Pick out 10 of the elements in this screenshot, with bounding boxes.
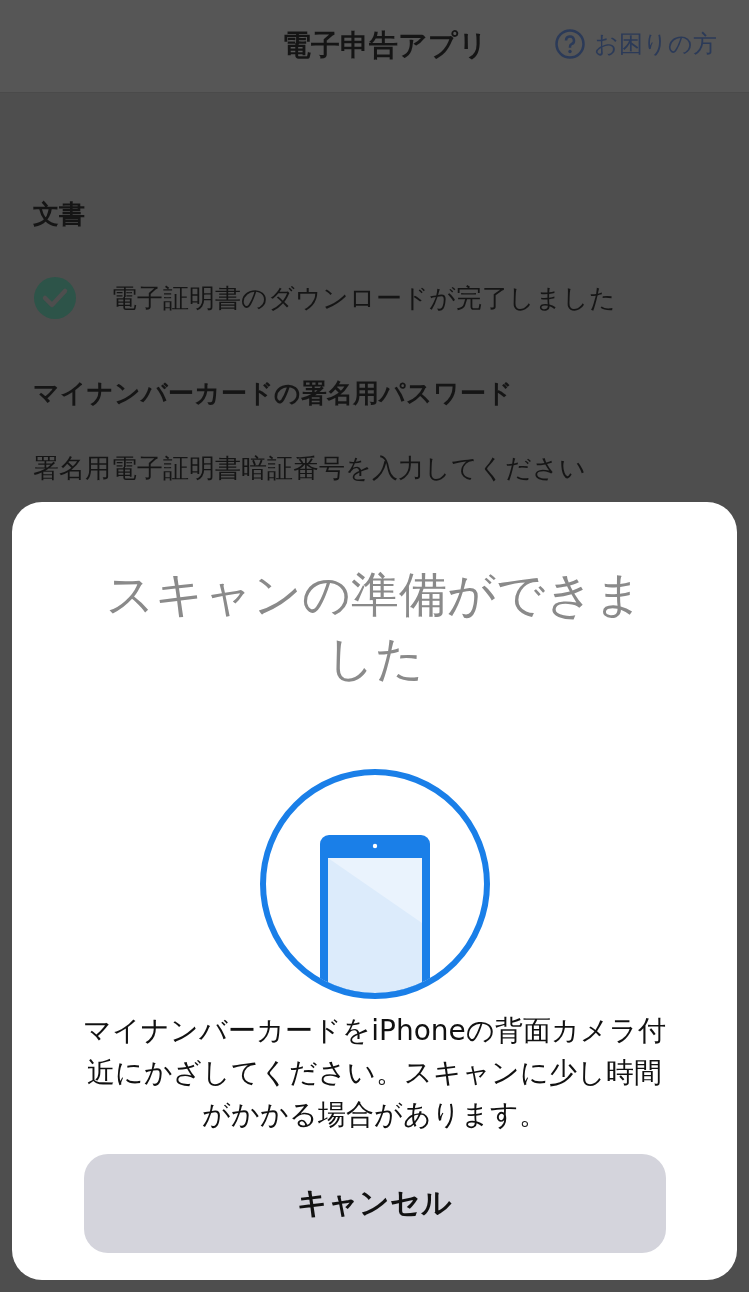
cancel-button[interactable]: キャンセル [83,1154,666,1253]
instruction-text: 署名用電子証明書暗証番号を入力してください [33,452,587,485]
phone-scan-icon [258,768,491,1000]
sheet-title: スキャンの準備ができました [105,565,644,688]
scan-instruction: マイナンバーカードをiPhoneの背面カメラ付近にかざしてください。スキャンに少し時間がかかる場合があります。 [82,1013,667,1133]
section-heading: マイナンバーカードの署名用パスワード [33,377,514,410]
status-text: 電子証明書のダウンロードが完了しました [111,281,616,315]
section-heading: 文書 [33,198,86,231]
app-title: 電子申告アプリ [281,27,488,64]
question-icon [554,28,586,60]
